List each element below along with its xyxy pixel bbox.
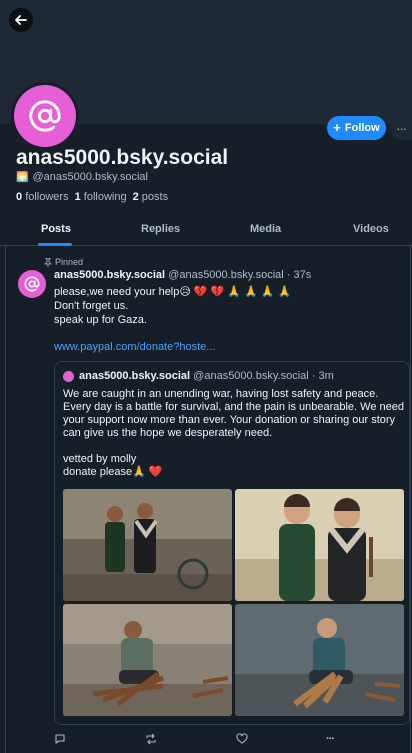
plus-icon: + <box>333 120 341 135</box>
like-icon[interactable] <box>236 733 248 748</box>
tab-media[interactable]: Media <box>250 223 281 235</box>
more-options-button[interactable]: ··· <box>390 116 412 140</box>
pinned-label: Pinned <box>55 257 84 267</box>
profile-stats: 0 followers 1 following 2 posts <box>16 191 168 203</box>
follow-label: Follow <box>344 122 380 134</box>
following-stat[interactable]: 1 following <box>75 191 127 203</box>
post-actions: ··· <box>0 733 412 747</box>
handle-row: 🌅 @anas5000.bsky.social <box>16 171 148 183</box>
profile-handle: @anas5000.bsky.social <box>32 171 148 183</box>
display-name: anas5000.bsky.social <box>16 146 229 169</box>
followers-stat[interactable]: 0 followers <box>16 191 69 203</box>
posts-stat: 2 posts <box>132 191 169 203</box>
two-men-illustration[interactable] <box>235 489 404 601</box>
more-icon[interactable]: ··· <box>326 733 335 745</box>
profile-avatar[interactable] <box>11 82 79 150</box>
two-men-standing-photo[interactable] <box>63 489 232 601</box>
post-text: please,we need your help😥 💔 💔 🙏 🙏 🙏 🙏 Do… <box>54 286 292 326</box>
quoted-author-avatar <box>63 371 74 382</box>
quoted-author-name: anas5000.bsky.social <box>79 370 191 382</box>
pin-icon <box>44 257 52 267</box>
tab-replies[interactable]: Replies <box>141 223 180 235</box>
post-header: anas5000.bsky.social @anas5000.bsky.soci… <box>54 269 311 281</box>
tab-posts[interactable]: Posts <box>41 223 71 235</box>
tab-videos[interactable]: Videos <box>353 223 389 235</box>
quoted-post-header: anas5000.bsky.social @anas5000.bsky.soci… <box>79 370 334 382</box>
at-sign-icon <box>24 276 40 292</box>
post-author-handle[interactable]: @anas5000.bsky.social · 37s <box>168 269 311 281</box>
quoted-author-handle: @anas5000.bsky.social · 3m <box>193 370 334 382</box>
post-link[interactable]: www.paypal.com/donate?hoste... <box>54 341 215 353</box>
man-cutting-wood-illustration[interactable] <box>235 604 404 716</box>
profile-tabs: Posts Replies Media Videos <box>0 216 412 246</box>
active-tab-indicator <box>38 243 72 246</box>
feed-border-left <box>5 246 6 753</box>
feed-border-right <box>410 246 411 753</box>
quoted-post-text: We are caught in an unending war, having… <box>63 388 404 478</box>
at-sign-icon <box>29 100 61 132</box>
repost-icon[interactable] <box>145 733 157 748</box>
back-button[interactable] <box>9 8 33 32</box>
sunrise-icon: 🌅 <box>16 171 29 183</box>
reply-icon[interactable] <box>54 733 66 748</box>
ellipsis-icon: ··· <box>396 120 407 136</box>
post-author-name[interactable]: anas5000.bsky.social <box>54 269 165 281</box>
arrow-left-icon <box>15 15 27 25</box>
man-cutting-wood-photo[interactable] <box>63 604 232 716</box>
follow-button[interactable]: + Follow <box>327 116 386 140</box>
quoted-post[interactable]: anas5000.bsky.social @anas5000.bsky.soci… <box>54 361 410 725</box>
pinned-indicator: Pinned <box>44 257 83 267</box>
post-author-avatar[interactable] <box>18 270 46 298</box>
